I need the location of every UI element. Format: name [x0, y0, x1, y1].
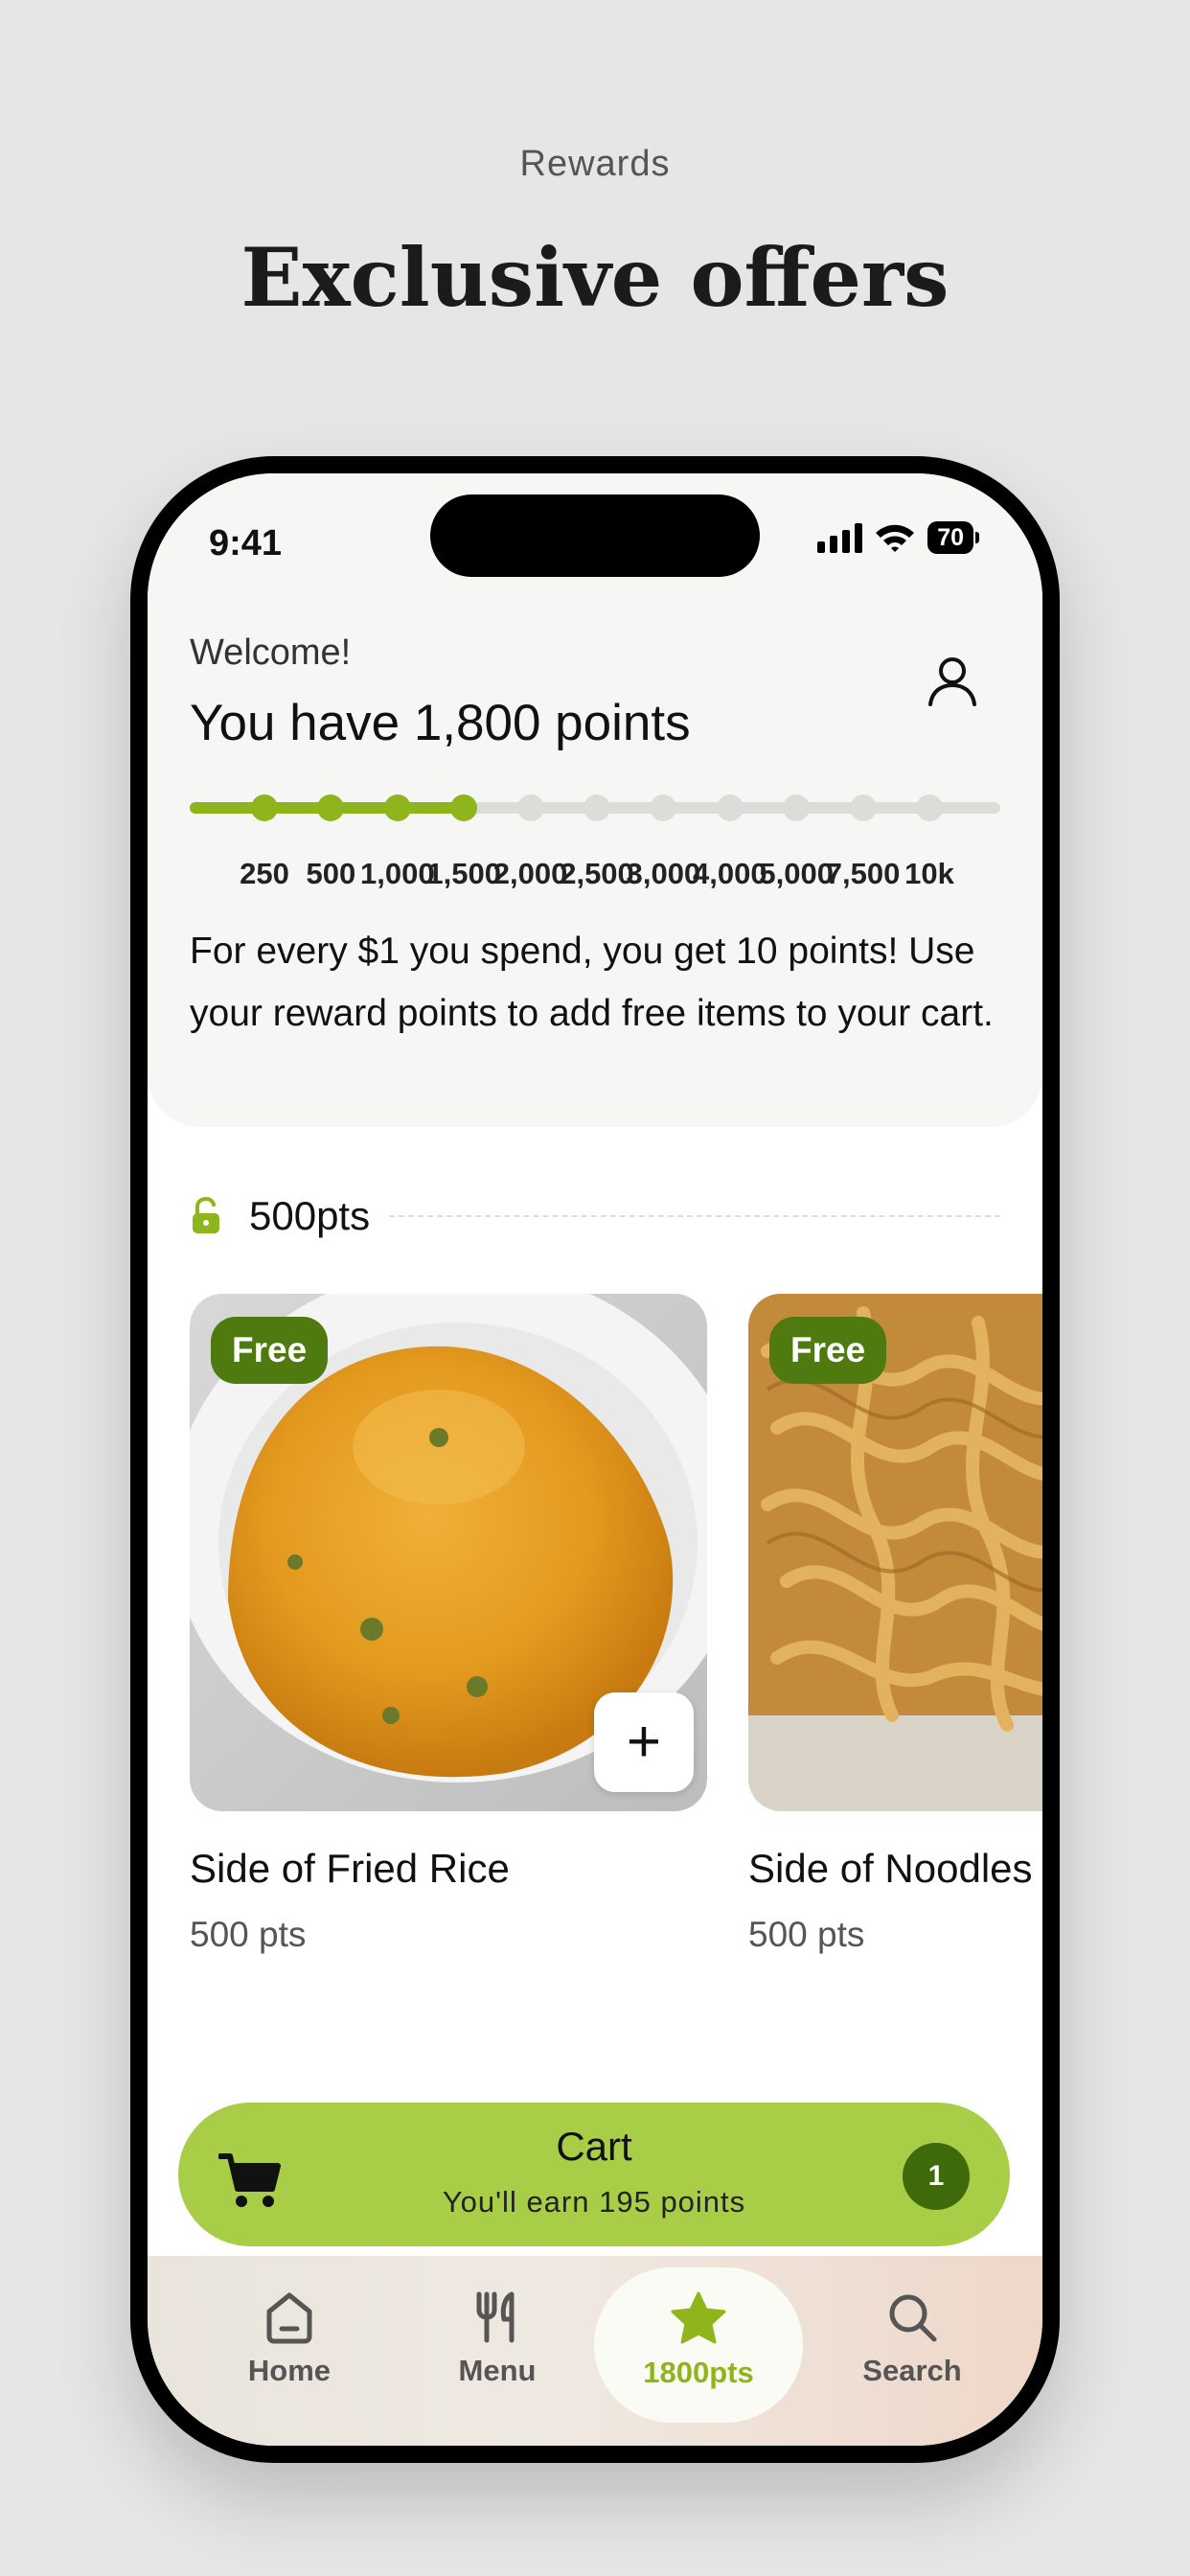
milestone-dot	[251, 794, 278, 821]
milestone-label: 250	[240, 857, 289, 890]
page-eyebrow: Rewards	[519, 144, 671, 184]
reward-item-card[interactable]: Free + Side of Fried Rice 500 pts	[190, 1294, 707, 1955]
tier-divider	[389, 1215, 1000, 1217]
milestone-label: 5,000	[759, 857, 834, 890]
unlocked-lock-icon	[193, 1197, 219, 1233]
status-time: 9:41	[209, 523, 283, 564]
page-headline: Exclusive offers	[240, 230, 950, 325]
battery-icon: 70	[927, 521, 979, 554]
tab-home[interactable]: Home	[213, 2290, 366, 2388]
free-badge: Free	[211, 1317, 329, 1384]
milestone-label: 1,500	[426, 857, 501, 890]
fried-rice-image: Free +	[190, 1294, 707, 1811]
tab-label: Menu	[458, 2354, 537, 2387]
app-screen: Welcome! You have 1,800 points 250 500 1,0…	[148, 473, 1042, 2446]
tab-label: 1800pts	[643, 2356, 754, 2389]
tab-label: Home	[247, 2354, 332, 2387]
milestone-dot	[584, 794, 610, 821]
tab-search[interactable]: Search	[835, 2290, 989, 2388]
milestone-label: 500	[306, 857, 356, 890]
milestone-label: 4,000	[693, 857, 767, 890]
phone-frame: Welcome! You have 1,800 points 250 500 1,0…	[130, 456, 1060, 2463]
star-icon	[671, 2291, 726, 2344]
milestone-label: 1,000	[360, 857, 435, 890]
cart-bar[interactable]: Cart You'll earn 195 points 1	[178, 2103, 1010, 2246]
tier-header: 500pts	[190, 1192, 1000, 1240]
signal-icon	[817, 522, 863, 553]
bottom-tab-bar: Home Menu 1800pts Search	[148, 2256, 1042, 2446]
points-progress-track	[190, 794, 1000, 821]
cart-earn-text: You'll earn 195 points	[442, 2185, 746, 2219]
status-icons: 70	[817, 521, 979, 554]
tab-menu[interactable]: Menu	[421, 2290, 574, 2388]
milestone-dot	[783, 794, 811, 821]
noodles-image: Free	[748, 1294, 1042, 1811]
welcome-text: Welcome!	[190, 632, 352, 673]
free-badge: Free	[769, 1317, 887, 1384]
tier-label: 500pts	[249, 1193, 371, 1238]
milestone-dot	[383, 794, 411, 821]
milestone-label: 2,000	[492, 857, 568, 890]
battery-level: 70	[927, 521, 973, 554]
search-icon	[889, 2294, 937, 2342]
milestone-dot	[516, 794, 544, 821]
cart-title: Cart	[556, 2124, 632, 2169]
item-name: Side of Noodles	[748, 1846, 1033, 1891]
milestone-dot	[849, 794, 877, 821]
home-icon	[266, 2292, 312, 2344]
tab-label: Search	[862, 2354, 962, 2387]
tab-rewards[interactable]: 1800pts	[594, 2267, 803, 2423]
milestone-label: 2,500	[560, 857, 634, 890]
milestone-dot	[716, 794, 744, 821]
milestone-label: 10k	[904, 857, 954, 890]
earn-description: For every $1 you spend, you get 10 point…	[190, 931, 994, 1034]
fork-knife-icon	[476, 2291, 515, 2343]
add-to-cart-button[interactable]: +	[594, 1692, 694, 1792]
item-points: 500 pts	[190, 1915, 307, 1954]
profile-icon[interactable]	[924, 652, 981, 709]
dynamic-island	[430, 494, 760, 577]
milestone-label: 3,000	[626, 857, 701, 890]
item-name: Side of Fried Rice	[190, 1846, 510, 1891]
cart-count-badge: 1	[903, 2143, 970, 2210]
milestone-dot	[916, 794, 943, 821]
milestone-dot	[450, 794, 478, 821]
item-points: 500 pts	[748, 1915, 865, 1954]
reward-item-card[interactable]: Free Side of Noodles 500 pts	[748, 1294, 1042, 1955]
wifi-icon	[876, 524, 915, 552]
points-balance: You have 1,800 points	[190, 695, 691, 751]
rewards-content: Welcome! You have 1,800 points 250 500 1,0…	[148, 473, 1042, 2086]
milestone-label: 7,500	[825, 857, 901, 890]
